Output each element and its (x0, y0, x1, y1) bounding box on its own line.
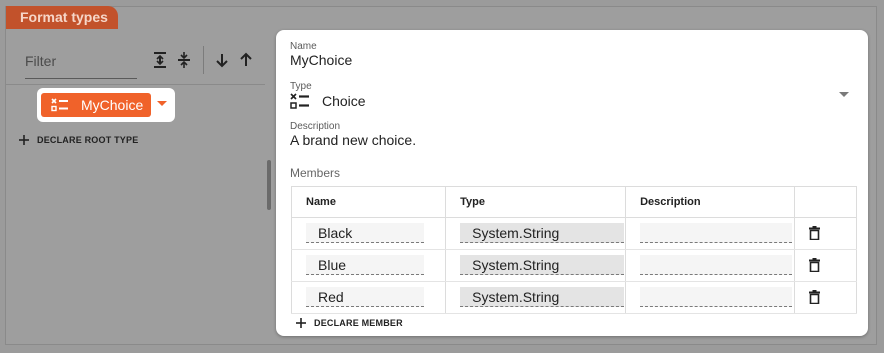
column-header-description: Description (625, 186, 796, 218)
panel-title: Format types (6, 6, 118, 29)
plus-icon (296, 318, 306, 328)
collapse-all-icon (178, 52, 190, 68)
member-type-select[interactable]: System.String (460, 223, 625, 243)
sort-ascending-button[interactable] (236, 50, 256, 70)
filter-input[interactable] (25, 50, 135, 72)
member-description-input[interactable] (640, 287, 793, 307)
delete-icon[interactable] (809, 226, 821, 240)
description-field-label: Description (290, 121, 341, 132)
member-name-input[interactable]: Black (306, 223, 424, 243)
member-type-select[interactable]: System.String (460, 287, 625, 307)
member-description-input[interactable] (640, 223, 793, 243)
type-chip-mychoice[interactable]: MyChoice (41, 93, 151, 117)
choice-icon (290, 93, 309, 109)
type-dropdown-icon[interactable] (839, 92, 849, 97)
plus-icon (19, 135, 29, 145)
pane-resize-handle[interactable] (267, 160, 271, 210)
choice-icon (51, 98, 68, 112)
declare-member-label: DECLARE MEMBER (314, 318, 403, 328)
toolbar-bottom-divider (6, 84, 265, 85)
declare-member-button[interactable]: DECLARE MEMBER (296, 318, 403, 328)
members-label: Members (290, 166, 341, 180)
type-field-label: Type (290, 81, 312, 92)
declare-root-type-label: DECLARE ROOT TYPE (37, 135, 139, 145)
type-tree-pane (6, 30, 265, 344)
type-detail-card: Name MyChoice Type Choice Description A … (276, 30, 868, 336)
type-select[interactable]: Choice (290, 92, 856, 110)
sort-ascending-icon (240, 52, 252, 66)
table-row: Blue System.String (290, 249, 857, 282)
delete-icon[interactable] (809, 258, 821, 272)
filter-field[interactable] (25, 44, 137, 79)
name-field-label: Name (290, 41, 317, 52)
tree-item-label: MyChoice (81, 97, 144, 113)
table-row: Black System.String (290, 217, 857, 250)
member-name-input[interactable]: Red (306, 287, 424, 307)
type-select-value: Choice (322, 93, 366, 109)
sort-descending-icon (216, 54, 228, 68)
members-table: Name Type Description Black System.Strin… (290, 186, 857, 314)
table-row: Red System.String (290, 281, 857, 314)
name-field[interactable]: MyChoice (290, 52, 352, 68)
member-type-select[interactable]: System.String (460, 255, 625, 275)
member-name-input[interactable]: Blue (306, 255, 424, 275)
column-header-actions (794, 186, 857, 218)
expand-all-button[interactable] (150, 50, 170, 70)
tree-item-mychoice: MyChoice (37, 88, 175, 122)
sort-descending-button[interactable] (212, 50, 232, 70)
chip-dropdown-icon[interactable] (157, 101, 167, 106)
column-header-name: Name (290, 186, 447, 218)
column-header-type: Type (445, 186, 627, 218)
member-description-input[interactable] (640, 255, 793, 275)
delete-icon[interactable] (809, 290, 821, 304)
toolbar-divider (203, 46, 204, 74)
declare-root-type-button[interactable]: DECLARE ROOT TYPE (19, 135, 138, 145)
description-field[interactable]: A brand new choice. (290, 132, 416, 148)
expand-all-icon (154, 52, 166, 68)
collapse-all-button[interactable] (174, 50, 194, 70)
